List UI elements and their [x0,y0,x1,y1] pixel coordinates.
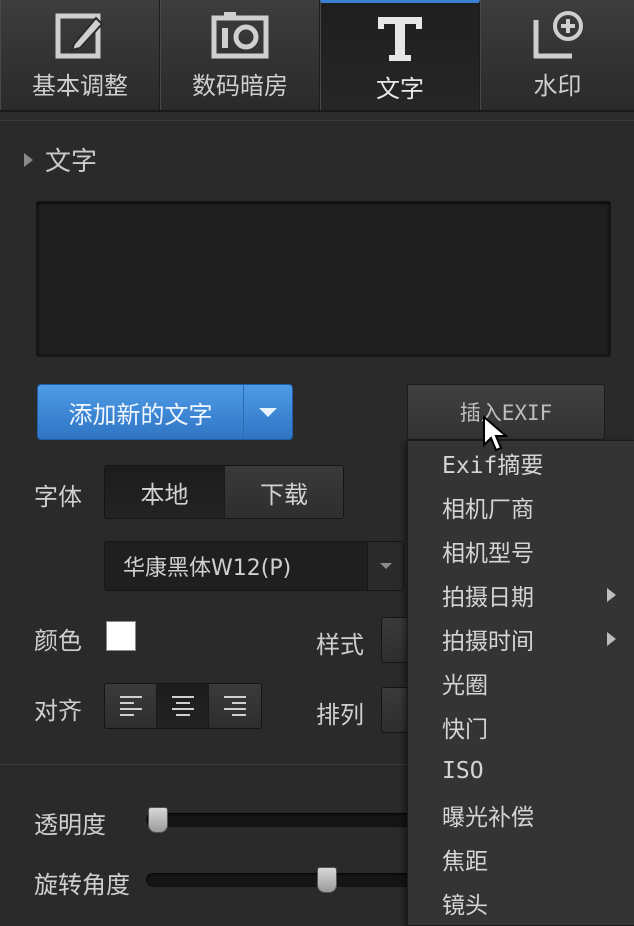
exif-menu-item-shutter[interactable]: 快门 [408,705,634,749]
add-new-text-label[interactable]: 添加新的文字 [38,385,244,439]
tab-label: 水印 [533,72,582,100]
font-select[interactable]: 华康黑体W12(P) [104,541,404,591]
rotation-label: 旋转角度 [34,871,130,899]
exif-menu-item-lens[interactable]: 镜头 [408,881,634,925]
camera-icon [211,12,269,59]
tab-text[interactable]: 文字 [320,0,480,110]
align-label: 对齐 [34,697,82,725]
section-header[interactable]: 文字 [24,141,97,178]
text-input-area[interactable] [36,201,611,357]
menu-item-label: 拍摄时间 [442,629,534,655]
exif-menu: Exif摘要 相机厂商 相机型号 拍摄日期 拍摄时间 光圈 快门 ISO 曝光补… [407,440,634,926]
align-right-icon [224,696,246,716]
exif-menu-item-date[interactable]: 拍摄日期 [408,573,634,617]
align-center-button[interactable] [157,684,209,728]
exif-menu-item-exposure-comp[interactable]: 曝光补偿 [408,793,634,837]
menu-item-label: 快门 [442,717,488,743]
exif-menu-item-iso[interactable]: ISO [408,749,634,793]
tab-label: 数码暗房 [192,72,288,100]
menu-item-label: 镜头 [442,893,488,919]
color-swatch[interactable] [106,621,136,651]
font-source-local[interactable]: 本地 [105,466,225,518]
submenu-arrow-icon [607,588,616,602]
align-right-button[interactable] [209,684,261,728]
expand-triangle-icon [24,152,33,167]
menu-item-label: ISO [442,758,484,784]
menu-item-label: 焦距 [442,849,488,875]
align-center-icon [171,696,194,716]
exif-menu-item-camera-model[interactable]: 相机型号 [408,529,634,573]
tab-label: 基本调整 [32,72,128,100]
tab-bar: 基本调整 数码暗房 文字 水印 [0,0,634,112]
tab-basic-adjust[interactable]: 基本调整 [0,0,160,110]
opacity-slider-thumb[interactable] [148,807,168,833]
align-toggle [104,683,262,729]
exif-menu-item-camera-make[interactable]: 相机厂商 [408,485,634,529]
exif-menu-item-aperture[interactable]: 光圈 [408,661,634,705]
menu-item-label: 曝光补偿 [442,805,534,831]
opacity-slider[interactable] [146,807,416,833]
tab-label: 文字 [376,75,424,103]
add-text-dropdown-button[interactable] [244,385,292,439]
add-new-text-button[interactable]: 添加新的文字 [37,384,293,440]
arrange-label: 排列 [316,701,364,729]
exif-menu-item-summary[interactable]: Exif摘要 [408,441,634,485]
opacity-label: 透明度 [34,811,106,839]
rotation-slider-thumb[interactable] [317,867,337,893]
tab-darkroom[interactable]: 数码暗房 [160,0,320,110]
font-select-value: 华康黑体W12(P) [123,556,292,581]
align-left-icon [119,696,142,716]
align-left-button[interactable] [105,684,157,728]
exif-menu-item-focal-length[interactable]: 焦距 [408,837,634,881]
add-watermark-icon [533,11,583,59]
chevron-down-icon [379,563,392,569]
font-label: 字体 [34,483,82,511]
section-title: 文字 [45,147,98,177]
edit-icon [55,13,104,59]
mouse-cursor-icon [483,415,508,452]
chevron-down-icon [259,407,277,417]
font-source-download[interactable]: 下载 [225,466,343,518]
menu-item-label: 相机型号 [442,541,534,567]
tab-watermark[interactable]: 水印 [480,0,634,110]
rotation-slider[interactable] [146,867,416,893]
font-source-toggle: 本地 下载 [104,465,344,519]
menu-item-label: 相机厂商 [442,497,534,523]
font-select-dropdown[interactable] [367,542,403,590]
color-label: 颜色 [34,627,82,655]
text-icon [378,17,422,61]
submenu-arrow-icon [607,632,616,646]
style-label: 样式 [316,631,364,659]
menu-item-label: 光圈 [442,673,488,699]
exif-menu-item-time[interactable]: 拍摄时间 [408,617,634,661]
menu-item-label: 拍摄日期 [442,585,534,611]
